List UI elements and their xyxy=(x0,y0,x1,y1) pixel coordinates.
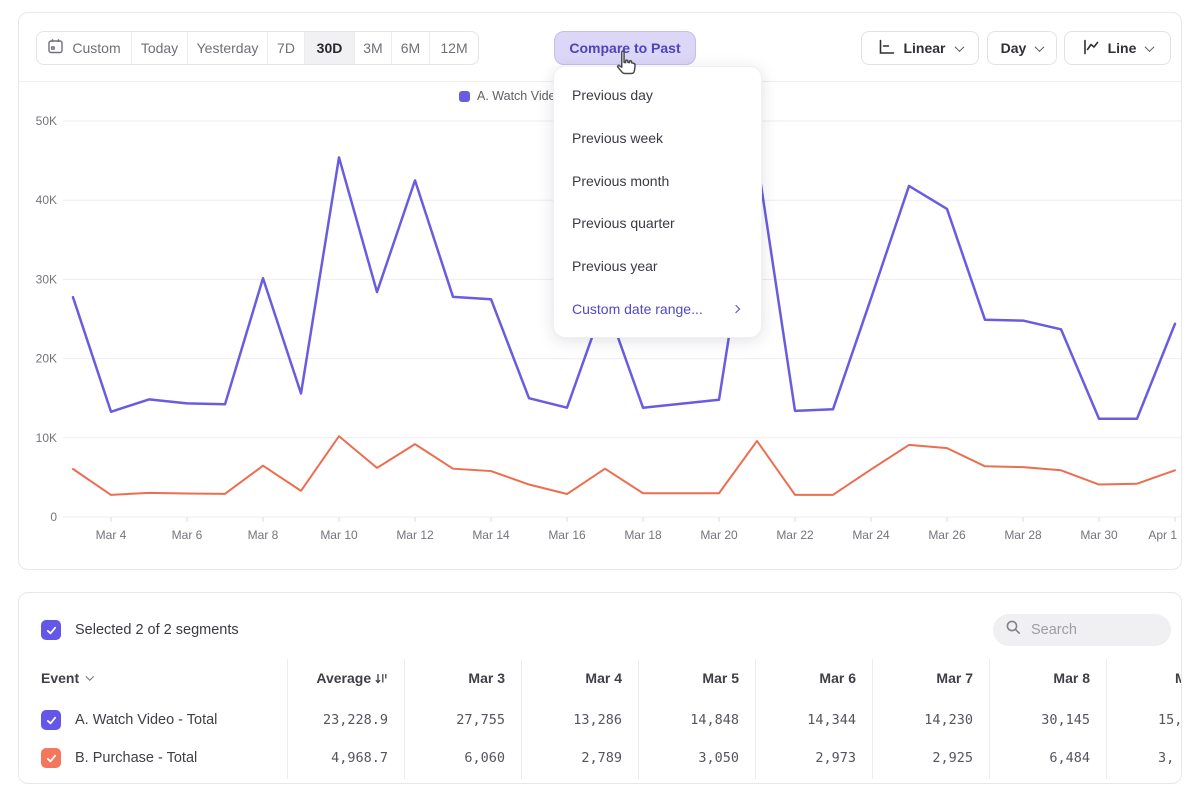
x-tick-label: Mar 24 xyxy=(852,528,890,542)
value-cell: 3,050 xyxy=(638,750,755,766)
value-cell-clipped: 15, xyxy=(1106,712,1182,728)
date-column-header[interactable]: Mar 3 xyxy=(404,670,521,686)
date-column-header[interactable]: Mar 7 xyxy=(872,670,989,686)
y-tick-label: 0 xyxy=(50,510,57,524)
x-tick-label: Mar 30 xyxy=(1080,528,1118,542)
value-cell: 30,145 xyxy=(989,712,1106,728)
y-axis-labels: 0 10K 20K 30K 40K 50K xyxy=(36,114,58,524)
x-tick-label: Mar 16 xyxy=(548,528,586,542)
x-tick-label: Mar 20 xyxy=(700,528,738,542)
value-cell: 2,973 xyxy=(755,750,872,766)
event-name[interactable]: A. Watch Video - Total xyxy=(75,712,217,728)
x-tick-label: Mar 26 xyxy=(928,528,966,542)
chevron-right-icon xyxy=(732,304,740,312)
search-placeholder: Search xyxy=(1031,622,1077,638)
menu-item-previous-month[interactable]: Previous month xyxy=(554,159,761,202)
series-line-purchase[interactable] xyxy=(73,436,1175,495)
x-tick-label: Mar 28 xyxy=(1004,528,1042,542)
value-cell: 13,286 xyxy=(521,712,638,728)
y-tick-label: 20K xyxy=(36,352,57,366)
table-row: A. Watch Video - Total 23,228.927,75513,2… xyxy=(19,701,1182,739)
value-cell-clipped: 3, xyxy=(1106,750,1182,766)
column-divider xyxy=(638,659,639,779)
check-icon xyxy=(45,624,58,637)
analytics-page: Custom Today Yesterday 7D 30D 3M 6M 12M … xyxy=(0,0,1200,802)
date-column-header[interactable]: Mar 6 xyxy=(755,670,872,686)
compare-menu: Previous day Previous week Previous mont… xyxy=(553,66,762,338)
menu-item-previous-day[interactable]: Previous day xyxy=(554,74,761,117)
table-header-row: Event Average Mar 3Mar 4Mar 5Mar 6Mar 7Ma… xyxy=(19,659,1182,697)
value-cell: 2,789 xyxy=(521,750,638,766)
x-tick-label: Mar 8 xyxy=(248,528,279,542)
row-checkbox[interactable] xyxy=(41,710,61,730)
date-column-header[interactable]: Mar 5 xyxy=(638,670,755,686)
select-all-label: Selected 2 of 2 segments xyxy=(75,622,239,638)
menu-item-previous-week[interactable]: Previous week xyxy=(554,117,761,160)
column-divider xyxy=(755,659,756,779)
chevron-down-icon xyxy=(86,673,94,681)
x-axis-labels: Mar 4 Mar 6 Mar 8 Mar 10 Mar 12 Mar 14 Mar 16 M… xyxy=(96,517,1178,542)
table-row: B. Purchase - Total 4,968.76,0602,7893,05… xyxy=(19,739,1182,777)
sort-icon xyxy=(375,672,388,685)
event-name[interactable]: B. Purchase - Total xyxy=(75,750,197,766)
date-column-header-clipped[interactable]: M xyxy=(1106,670,1182,686)
menu-item-previous-year[interactable]: Previous year xyxy=(554,245,761,288)
select-all-checkbox[interactable] xyxy=(41,620,61,640)
select-all-row: Selected 2 of 2 segments xyxy=(41,620,239,640)
column-divider xyxy=(1106,659,1107,779)
value-cell: 14,230 xyxy=(872,712,989,728)
x-tick-label: Mar 10 xyxy=(320,528,358,542)
value-cell: 2,925 xyxy=(872,750,989,766)
x-tick-label: Mar 14 xyxy=(472,528,510,542)
y-tick-label: 40K xyxy=(36,193,57,207)
x-tick-label: Mar 6 xyxy=(172,528,203,542)
x-tick-label: Apr 1 xyxy=(1148,528,1177,542)
search-input[interactable]: Search xyxy=(993,614,1171,646)
y-tick-label: 30K xyxy=(36,272,57,286)
column-divider xyxy=(872,659,873,779)
x-tick-label: Mar 18 xyxy=(624,528,662,542)
column-divider xyxy=(287,659,288,779)
menu-item-previous-quarter[interactable]: Previous quarter xyxy=(554,202,761,245)
column-divider xyxy=(521,659,522,779)
event-column-header[interactable]: Event xyxy=(41,670,93,686)
check-icon xyxy=(45,714,58,727)
value-cell: 4,968.7 xyxy=(287,750,404,766)
x-tick-label: Mar 4 xyxy=(96,528,127,542)
value-cell: 14,848 xyxy=(638,712,755,728)
menu-item-custom-date-range[interactable]: Custom date range... xyxy=(554,287,761,330)
search-icon xyxy=(1005,619,1022,641)
value-cell: 6,484 xyxy=(989,750,1106,766)
check-icon xyxy=(45,752,58,765)
value-cell: 14,344 xyxy=(755,712,872,728)
value-cell: 23,228.9 xyxy=(287,712,404,728)
segments-card: Selected 2 of 2 segments Search Event Ave… xyxy=(18,592,1182,784)
column-divider xyxy=(989,659,990,779)
y-tick-label: 50K xyxy=(36,114,57,128)
value-cell: 27,755 xyxy=(404,712,521,728)
date-column-header[interactable]: Mar 4 xyxy=(521,670,638,686)
date-column-header[interactable]: Mar 8 xyxy=(989,670,1106,686)
x-tick-label: Mar 12 xyxy=(396,528,434,542)
row-checkbox[interactable] xyxy=(41,748,61,768)
y-tick-label: 10K xyxy=(36,431,57,445)
x-tick-label: Mar 22 xyxy=(776,528,814,542)
average-column-header[interactable]: Average xyxy=(287,670,404,686)
column-divider xyxy=(404,659,405,779)
hand-cursor-icon xyxy=(610,48,640,80)
value-cell: 6,060 xyxy=(404,750,521,766)
